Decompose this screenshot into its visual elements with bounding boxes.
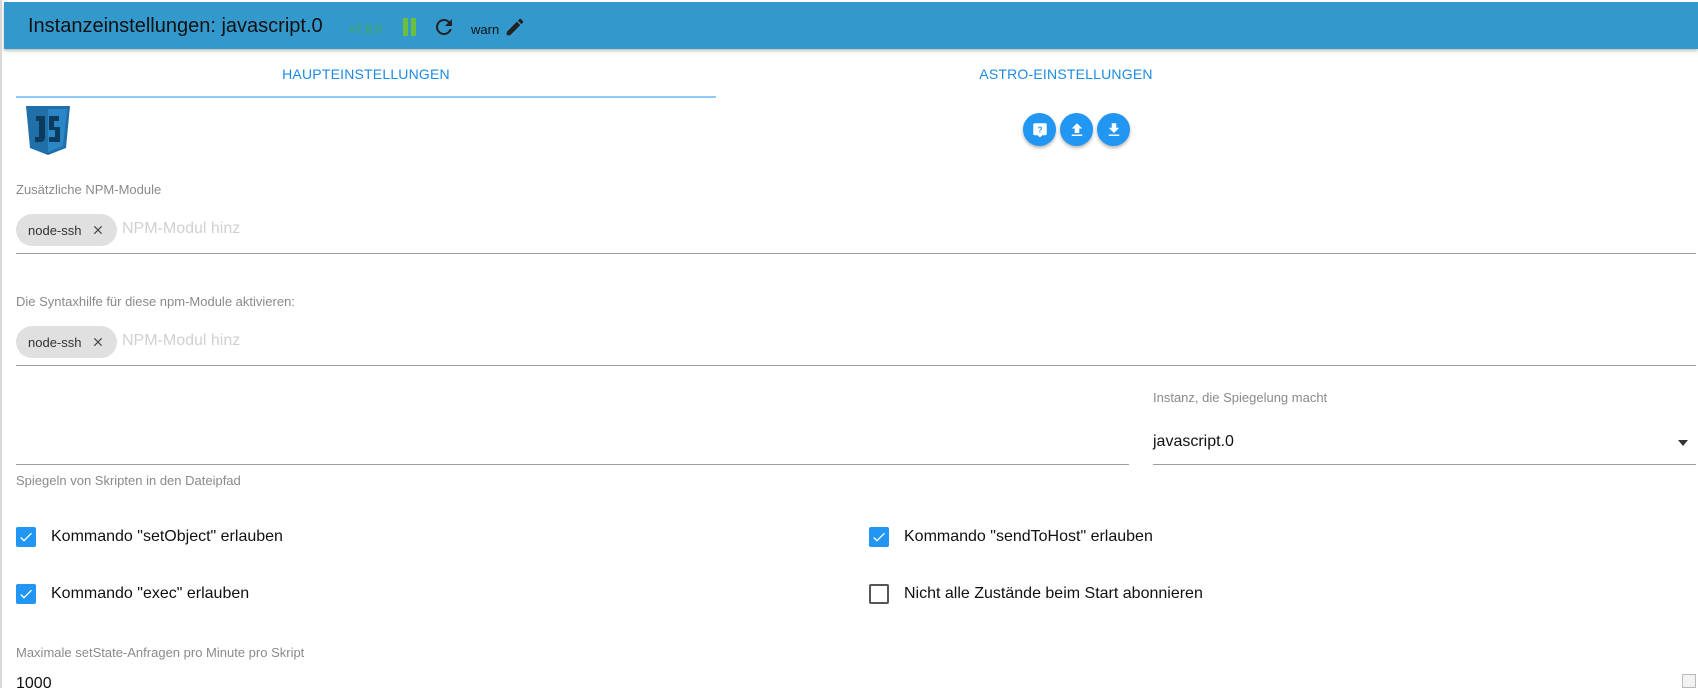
checkbox-setobject[interactable]: Kommando "setObject" erlauben bbox=[16, 526, 283, 548]
adapter-version: v7.8.0 bbox=[349, 22, 382, 36]
settings-tabs: HAUPTEINSTELLUNGEN ASTRO-EINSTELLUNGEN bbox=[16, 56, 1696, 98]
edit-icon[interactable] bbox=[504, 16, 526, 38]
instance-settings-dialog: Instanzeinstellungen: javascript.0 v7.8.… bbox=[0, 0, 1698, 688]
npm-modules-field: node-ssh bbox=[16, 214, 1696, 254]
check-icon bbox=[873, 532, 885, 542]
tab-main-settings[interactable]: HAUPTEINSTELLUNGEN bbox=[16, 56, 716, 98]
chip-label: node-ssh bbox=[28, 334, 82, 350]
mirror-path-input[interactable] bbox=[16, 394, 1129, 465]
syntax-help-chip[interactable]: node-ssh bbox=[16, 326, 118, 358]
close-icon[interactable] bbox=[91, 335, 105, 349]
checkbox-setobject-label: Kommando "setObject" erlauben bbox=[51, 528, 283, 545]
max-setstate-value: 1000 bbox=[16, 675, 52, 688]
action-buttons: ? bbox=[1023, 113, 1130, 146]
download-button[interactable] bbox=[1097, 113, 1130, 146]
dialog-header: Instanzeinstellungen: javascript.0 v7.8.… bbox=[4, 2, 1698, 49]
checkbox-sendtohost[interactable]: Kommando "sendToHost" erlauben bbox=[869, 526, 1153, 548]
mirror-instance-select[interactable]: javascript.0 bbox=[1153, 424, 1696, 465]
javascript-logo-icon bbox=[26, 106, 70, 155]
max-setstate-input[interactable]: 1000 bbox=[16, 672, 1696, 688]
svg-text:?: ? bbox=[1037, 125, 1042, 134]
upload-icon bbox=[1071, 122, 1082, 136]
syntax-help-label: Die Syntaxhilfe für diese npm-Module akt… bbox=[16, 294, 295, 309]
checkbox-setobject-box[interactable] bbox=[16, 527, 36, 547]
checkbox-dont-subscribe-label: Nicht alle Zustände beim Start abonniere… bbox=[904, 585, 1203, 602]
checkbox-exec-box[interactable] bbox=[16, 584, 36, 604]
number-stepper[interactable] bbox=[1682, 674, 1696, 688]
help-icon: ? bbox=[1032, 122, 1047, 137]
max-setstate-label: Maximale setState-Anfragen pro Minute pr… bbox=[16, 645, 305, 660]
chip-label: node-ssh bbox=[28, 222, 82, 238]
page-title: Instanzeinstellungen: javascript.0 bbox=[28, 15, 323, 37]
tab-astro-settings[interactable]: ASTRO-EINSTELLUNGEN bbox=[716, 56, 1416, 98]
chevron-down-icon bbox=[1678, 440, 1688, 446]
npm-modules-label: Zusätzliche NPM-Module bbox=[16, 182, 162, 197]
log-level: warn bbox=[471, 22, 500, 37]
mirror-instance-label: Instanz, die Spiegelung macht bbox=[1153, 390, 1328, 405]
npm-module-input[interactable] bbox=[122, 220, 1622, 238]
checkbox-exec[interactable]: Kommando "exec" erlauben bbox=[16, 583, 249, 605]
checkbox-dont-subscribe-box[interactable] bbox=[869, 584, 889, 604]
mirror-path-label: Spiegeln von Skripten in den Dateipfad bbox=[16, 473, 241, 488]
npm-module-chip[interactable]: node-ssh bbox=[16, 214, 118, 246]
pause-icon[interactable] bbox=[402, 18, 418, 36]
checkbox-sendtohost-box[interactable] bbox=[869, 527, 889, 547]
help-button[interactable]: ? bbox=[1023, 113, 1056, 146]
check-icon bbox=[20, 532, 32, 542]
syntax-help-field: node-ssh bbox=[16, 326, 1696, 366]
close-icon[interactable] bbox=[91, 223, 105, 237]
reload-icon[interactable] bbox=[432, 15, 456, 39]
syntax-help-input[interactable] bbox=[122, 332, 1622, 350]
checkbox-dont-subscribe[interactable]: Nicht alle Zustände beim Start abonniere… bbox=[869, 583, 1203, 605]
mirror-instance-value: javascript.0 bbox=[1153, 433, 1234, 450]
checkbox-sendtohost-label: Kommando "sendToHost" erlauben bbox=[904, 528, 1153, 545]
checkbox-exec-label: Kommando "exec" erlauben bbox=[51, 585, 250, 602]
upload-button[interactable] bbox=[1060, 113, 1093, 146]
check-icon bbox=[20, 589, 32, 599]
download-icon bbox=[1108, 122, 1119, 136]
